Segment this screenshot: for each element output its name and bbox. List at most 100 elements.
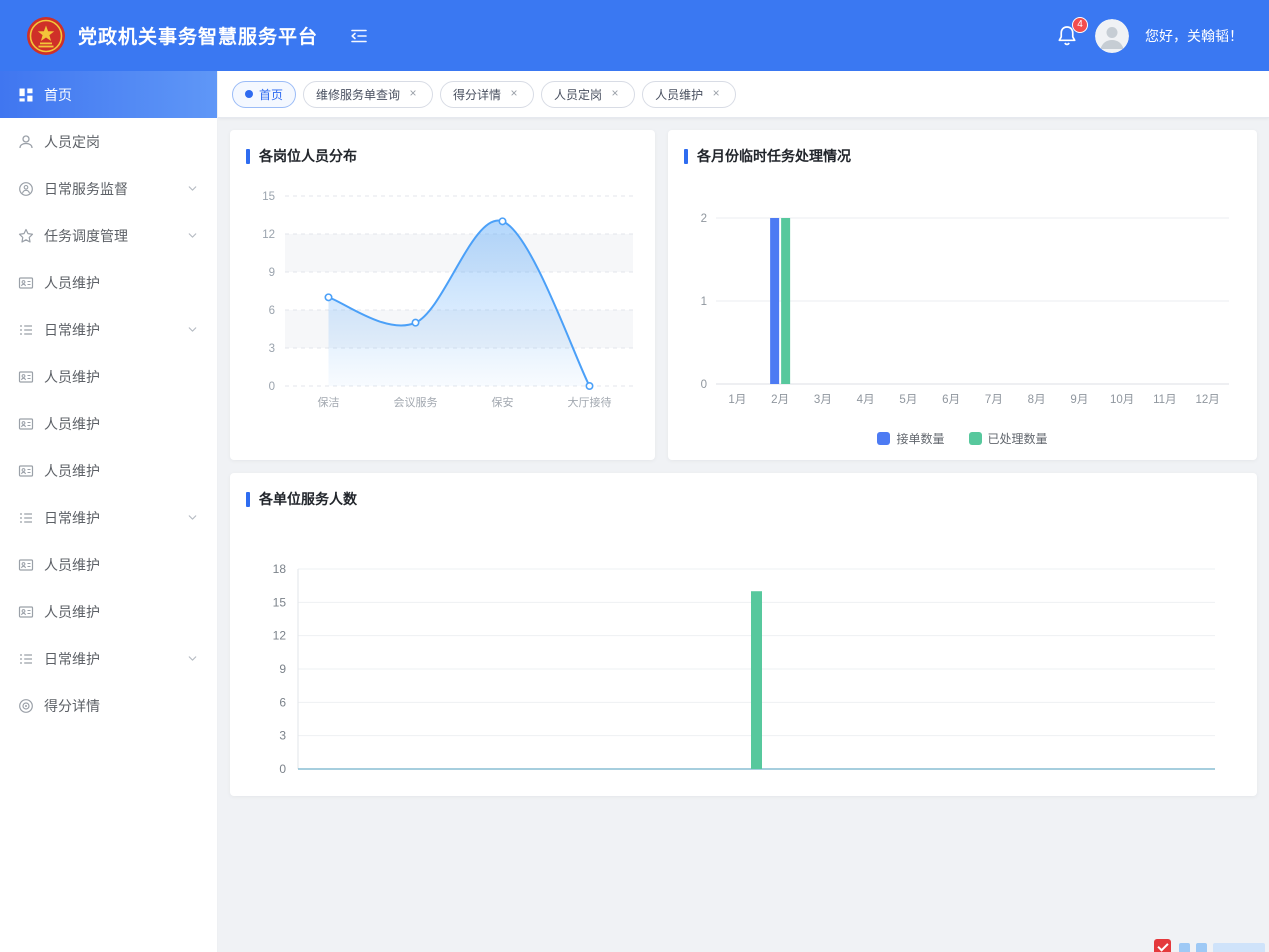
list-icon [18, 510, 34, 526]
sidebar-item-label: 日常维护 [44, 320, 100, 340]
sidebar-item-9[interactable]: 日常维护 [0, 494, 217, 541]
user-icon [18, 134, 34, 150]
tab-label: 维修服务单查询 [316, 86, 400, 103]
sidebar-item-3[interactable]: 任务调度管理 [0, 212, 217, 259]
sidebar-item-12[interactable]: 日常维护 [0, 635, 217, 682]
svg-text:6: 6 [269, 305, 275, 317]
svg-text:12: 12 [273, 629, 287, 643]
main-content: 首页维修服务单查询×得分详情×人员定岗×人员维护× 各岗位人员分布 036912… [218, 71, 1269, 952]
svg-text:2: 2 [701, 213, 707, 225]
svg-text:15: 15 [273, 595, 287, 609]
chevron-down-icon [186, 229, 199, 242]
svg-text:6月: 6月 [942, 394, 960, 406]
sidebar-item-13[interactable]: 得分详情 [0, 682, 217, 729]
card-unit-service-count: 各单位服务人数 0369121518 [230, 473, 1257, 796]
sidebar-item-label: 人员维护 [44, 461, 100, 481]
svg-text:0: 0 [269, 381, 275, 393]
stats-badge-glyph [1196, 943, 1207, 952]
sidebar-item-label: 首页 [44, 85, 72, 105]
card-icon [18, 463, 34, 479]
sidebar-menu: 首页人员定岗日常服务监督任务调度管理人员维护日常维护人员维护人员维护人员维护日常… [0, 71, 218, 952]
tab-1[interactable]: 维修服务单查询 × [303, 81, 433, 108]
chevron-down-icon [186, 323, 199, 336]
national-emblem-logo [26, 16, 66, 56]
list-icon [18, 322, 34, 338]
list-icon [18, 651, 34, 667]
sidebar-item-label: 人员定岗 [44, 132, 100, 152]
card-icon [18, 604, 34, 620]
card-icon [18, 275, 34, 291]
notification-bell-icon[interactable]: 4 [1055, 24, 1079, 48]
card-title-text: 各岗位人员分布 [259, 146, 357, 166]
sidebar-item-label: 日常维护 [44, 649, 100, 669]
svg-text:会议服务: 会议服务 [394, 396, 438, 409]
card-icon [18, 369, 34, 385]
tab-close-icon[interactable]: × [608, 87, 622, 101]
sidebar-item-label: 人员维护 [44, 367, 100, 387]
corner-stats-badge[interactable] [1154, 943, 1265, 952]
sidebar-item-0[interactable]: 首页 [0, 71, 217, 118]
svg-text:8月: 8月 [1028, 394, 1046, 406]
sidebar-item-label: 人员维护 [44, 555, 100, 575]
legend-label: 接单数量 [896, 430, 944, 447]
user-greeting: 您好，关翰韬！ [1145, 26, 1243, 46]
legend-item-1[interactable]: 已处理数量 [969, 430, 1048, 447]
user-avatar[interactable] [1095, 19, 1129, 53]
tab-3[interactable]: 人员定岗 × [541, 81, 635, 108]
tab-label: 人员维护 [655, 86, 703, 103]
app-header: 党政机关事务智慧服务平台 4 您好，关翰韬！ [0, 0, 1269, 71]
svg-text:10月: 10月 [1110, 394, 1134, 406]
chart-position-distribution: 03691215保洁会议服务保安大厅接待 [230, 170, 655, 432]
chevron-down-icon [186, 182, 199, 195]
sidebar-item-label: 得分详情 [44, 696, 100, 716]
stats-badge-content [1179, 943, 1265, 952]
chart-unit-service-count: 0369121518 [230, 547, 1257, 796]
title-accent-bar [246, 149, 250, 164]
tab-label: 首页 [259, 86, 283, 103]
sidebar-item-11[interactable]: 人员维护 [0, 588, 217, 635]
svg-text:1: 1 [701, 296, 707, 308]
svg-text:保洁: 保洁 [318, 395, 340, 409]
svg-text:15: 15 [262, 191, 275, 203]
tab-0[interactable]: 首页 [232, 81, 296, 108]
sidebar-item-6[interactable]: 人员维护 [0, 353, 217, 400]
sidebar-item-4[interactable]: 人员维护 [0, 259, 217, 306]
tab-close-icon[interactable]: × [507, 87, 521, 101]
star-icon [18, 228, 34, 244]
sidebar-item-label: 日常服务监督 [44, 179, 128, 199]
tab-close-icon[interactable]: × [709, 87, 723, 101]
svg-text:11月: 11月 [1153, 394, 1176, 406]
chart-monthly-task-handling: 0121月2月3月4月5月6月7月8月9月10月11月12月 [668, 188, 1257, 430]
score-icon [18, 698, 34, 714]
card-title-text: 各单位服务人数 [259, 489, 357, 509]
home-icon [18, 87, 34, 103]
svg-text:3: 3 [269, 343, 275, 355]
monitor-icon [18, 181, 34, 197]
svg-text:9: 9 [269, 267, 275, 279]
svg-text:2月: 2月 [771, 394, 789, 406]
sidebar-item-label: 人员维护 [44, 414, 100, 434]
sidebar-item-5[interactable]: 日常维护 [0, 306, 217, 353]
tab-label: 人员定岗 [554, 86, 602, 103]
sidebar-item-label: 日常维护 [44, 508, 100, 528]
svg-text:1月: 1月 [728, 394, 746, 406]
card-icon [18, 416, 34, 432]
card-title: 各岗位人员分布 [230, 130, 655, 170]
sidebar-item-7[interactable]: 人员维护 [0, 400, 217, 447]
tab-2[interactable]: 得分详情× [440, 81, 534, 108]
svg-text:0: 0 [279, 762, 286, 776]
legend-swatch [877, 432, 890, 445]
legend-item-0[interactable]: 接单数量 [877, 430, 944, 447]
sidebar-fold-icon[interactable] [348, 25, 370, 47]
card-monthly-task-handling: 各月份临时任务处理情况 0121月2月3月4月5月6月7月8月9月10月11月1… [668, 130, 1257, 460]
tab-4[interactable]: 人员维护 × [642, 81, 736, 108]
svg-text:12月: 12月 [1195, 394, 1219, 406]
svg-text:大厅接待: 大厅接待 [568, 395, 612, 409]
tab-close-icon[interactable]: × [406, 87, 420, 101]
sidebar-item-10[interactable]: 人员维护 [0, 541, 217, 588]
sidebar-item-2[interactable]: 日常服务监督 [0, 165, 217, 212]
sidebar-item-1[interactable]: 人员定岗 [0, 118, 217, 165]
sidebar-item-8[interactable]: 人员维护 [0, 447, 217, 494]
tabs-bar: 首页维修服务单查询×得分详情×人员定岗×人员维护× [218, 71, 1269, 118]
card-title: 各单位服务人数 [230, 473, 1257, 513]
